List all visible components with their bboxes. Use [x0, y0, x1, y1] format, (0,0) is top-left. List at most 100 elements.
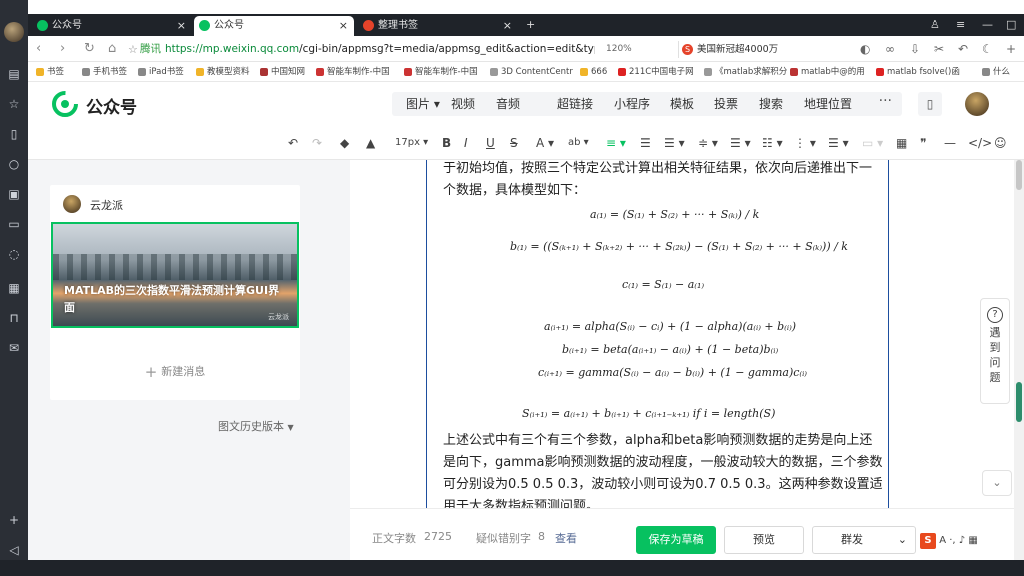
new-tab-button[interactable]: + [526, 14, 535, 36]
add-icon[interactable]: + [1006, 42, 1016, 56]
preview-button[interactable]: 预览 [724, 526, 804, 554]
reload-icon[interactable]: ↻ [84, 41, 95, 56]
horizontal-rule-icon[interactable]: — [944, 135, 956, 151]
add-icon[interactable]: + [6, 512, 22, 528]
paragraph-params[interactable]: 上述公式中有三个有三个参数，alpha和beta影响预测数据的走势是向上还是向下… [443, 430, 883, 508]
bookmark-item[interactable]: 中国知网 [260, 65, 305, 79]
strikethrough-icon[interactable]: S [510, 135, 518, 151]
format-brush-icon[interactable]: ◆ [340, 135, 349, 151]
tab-gzh-2[interactable]: 公众号 × [194, 16, 354, 36]
logo-text[interactable]: 公众号 [86, 93, 137, 118]
maximize-icon[interactable]: □ [1006, 14, 1016, 36]
new-message-button[interactable]: + 新建消息 [50, 363, 300, 381]
indent-icon[interactable]: ☰ [640, 135, 651, 151]
menu-video[interactable]: 视频 [451, 95, 475, 113]
align-left-icon[interactable]: ≡ ▾ [606, 135, 626, 151]
close-icon[interactable]: × [503, 16, 512, 36]
bookmark-item[interactable]: 3D ContentCentr [490, 65, 573, 79]
bookmark-item[interactable]: 211C中国电子网 [618, 65, 694, 79]
close-icon[interactable]: × [339, 16, 348, 36]
quote-icon[interactable]: ❞ [920, 135, 926, 151]
video-icon[interactable]: ▭ [6, 216, 22, 232]
cart-icon[interactable]: ⊓ [6, 310, 22, 326]
browser-profile-avatar[interactable] [4, 22, 24, 42]
unordered-list-icon[interactable]: ☰ ▾ [828, 135, 849, 151]
check-typos-link[interactable]: 查看 [555, 530, 577, 546]
scissors-icon[interactable]: ✂ [934, 42, 944, 56]
scroll-down-button[interactable]: ⌄ [982, 470, 1012, 496]
bookmark-star-icon[interactable]: ☆ [128, 43, 138, 56]
redo-icon[interactable]: ↷ [312, 135, 322, 151]
bookmark-item[interactable]: iPad书签 [138, 65, 184, 79]
chevron-down-icon[interactable]: ⌄ [898, 527, 907, 553]
home-icon[interactable]: ⌂ [108, 41, 116, 56]
account-avatar[interactable] [965, 92, 989, 116]
help-button[interactable]: ? 遇到问题 [980, 298, 1010, 404]
url-input[interactable]: 腾讯 https://mp.weixin.qq.com/cgi-bin/appms… [140, 40, 595, 58]
undo-icon[interactable]: ↶ [288, 135, 298, 151]
game-icon[interactable]: ▣ [6, 186, 22, 202]
emoji-icon[interactable]: ☺ [994, 135, 1007, 151]
clear-format-icon[interactable]: ▲ [366, 135, 375, 151]
ime-toolbar[interactable]: S A ·, ♪ ▦ [920, 533, 1020, 551]
user-icon[interactable]: ▤ [6, 66, 22, 82]
bold-icon[interactable]: B [442, 135, 451, 151]
font-size-select[interactable]: 17px ▾ [395, 135, 428, 151]
menu-hyperlink[interactable]: 超链接 [557, 95, 593, 113]
wechat-mp-logo-icon[interactable] [52, 91, 78, 117]
game-controller-icon[interactable]: ◐ [860, 42, 870, 56]
book-icon[interactable]: ▯ [6, 126, 22, 142]
menu-image[interactable]: 图片 ▾ [406, 95, 440, 113]
italic-icon[interactable]: I [464, 135, 468, 151]
minimize-icon[interactable]: — [982, 14, 993, 36]
save-draft-button[interactable]: 保存为草稿 [636, 526, 716, 554]
line-height-icon[interactable]: ≑ ▾ [698, 135, 718, 151]
browser-search-box[interactable]: S 美国新冠超4000万 [678, 41, 843, 58]
font-color-icon[interactable]: A ▾ [536, 135, 554, 151]
bookmark-item[interactable]: 教模型资料 [196, 65, 250, 79]
night-mode-icon[interactable]: ☾ [982, 42, 993, 56]
mass-send-button[interactable]: 群发 ⌄ [812, 526, 916, 554]
chat-icon[interactable]: ◌ [6, 246, 22, 262]
back-icon[interactable]: ‹ [36, 41, 41, 56]
search-icon[interactable]: ○ [6, 156, 22, 172]
menu-location[interactable]: 地理位置 [804, 95, 852, 113]
bookmark-item[interactable]: 智能车制作-中国 [404, 65, 478, 79]
note-icon[interactable]: ▦ [6, 280, 22, 296]
menu-icon[interactable]: ≡ [956, 14, 965, 36]
undo-icon[interactable]: ↶ [958, 42, 968, 56]
underline-icon[interactable]: U [486, 135, 495, 151]
page-scrollbar[interactable] [1014, 160, 1024, 560]
menu-audio[interactable]: 音频 [496, 95, 520, 113]
tab-bookmarks[interactable]: 整理书签 × [358, 16, 518, 36]
bookmark-item[interactable]: matlab fsolve()函 [876, 65, 960, 79]
menu-vote[interactable]: 投票 [714, 95, 738, 113]
table-icon[interactable]: ▦ [896, 135, 907, 151]
history-version-dropdown[interactable]: 图文历史版本 ▼ [218, 418, 294, 434]
paragraph-intro[interactable]: 于初始均值，按照三个特定公式计算出相关特征结果，依次向后递推出下一个数据，具体模… [443, 160, 883, 202]
code-icon[interactable]: </> [968, 135, 992, 151]
tab-gzh-1[interactable]: 公众号 × [32, 16, 192, 36]
background-color-icon[interactable]: ab ▾ [568, 135, 589, 151]
shirt-icon[interactable]: ♙ [930, 14, 940, 36]
scrollbar-thumb[interactable] [1016, 160, 1022, 190]
phone-preview-icon[interactable]: ▯ [918, 92, 942, 116]
mail-icon[interactable]: ✉ [6, 340, 22, 356]
bookmark-item[interactable]: 《matlab求解积分 [704, 65, 787, 79]
download-icon[interactable]: ⇩ [910, 42, 920, 56]
bookmark-item[interactable]: 书签 [36, 65, 64, 79]
bookmark-item[interactable]: matlab中@的用 [790, 65, 865, 79]
zoom-level[interactable]: 120% [606, 44, 632, 54]
more-icon[interactable]: ··· [879, 93, 892, 109]
collapse-icon[interactable]: ◁ [6, 542, 22, 558]
bookmark-item[interactable]: 手机书签 [82, 65, 127, 79]
menu-mini-program[interactable]: 小程序 [614, 95, 650, 113]
forward-icon[interactable]: › [60, 41, 65, 56]
bookmark-item[interactable]: 智能车制作-中国 [316, 65, 390, 79]
bookmark-item[interactable]: 666 [580, 65, 607, 79]
menu-template[interactable]: 模板 [670, 95, 694, 113]
menu-search[interactable]: 搜索 [759, 95, 783, 113]
extension-icon[interactable]: ∞ [885, 42, 895, 56]
letter-spacing-icon[interactable]: ☷ ▾ [762, 135, 783, 151]
editor-content[interactable]: 于初始均值，按照三个特定公式计算出相关特征结果，依次向后递推出下一个数据，具体模… [350, 160, 964, 508]
